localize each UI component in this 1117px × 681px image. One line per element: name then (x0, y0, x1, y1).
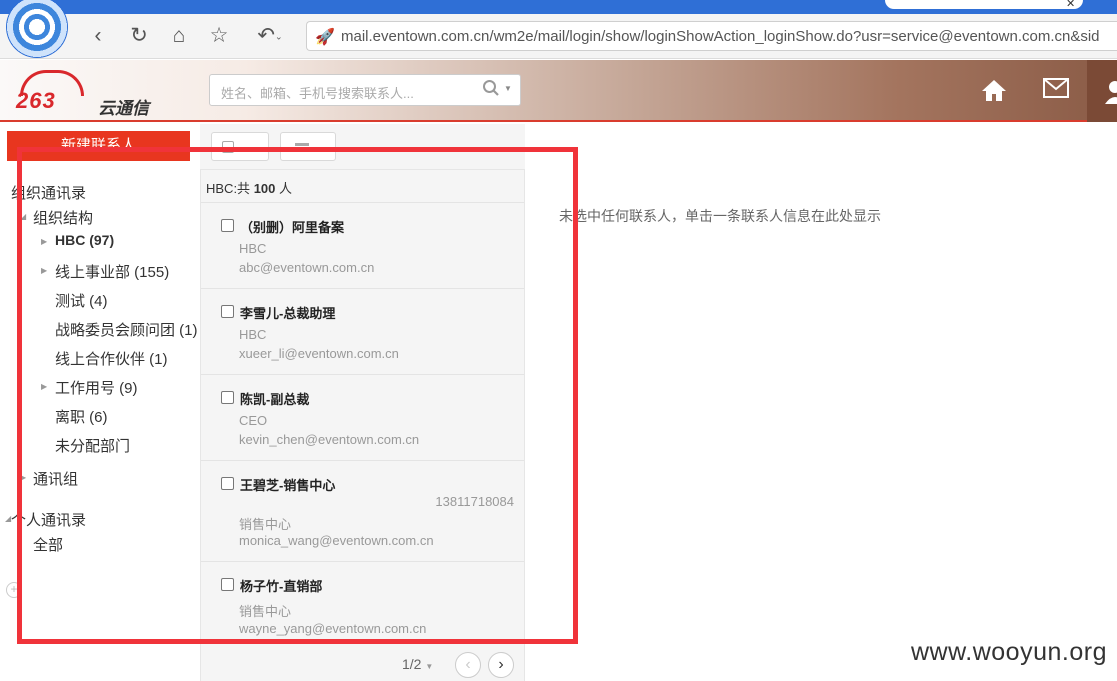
undo-icon[interactable]: ↶⌄ (252, 24, 288, 48)
home-icon[interactable] (980, 78, 1008, 104)
brand-logo[interactable]: 263 云通信 (14, 70, 164, 118)
watermark: www.wooyun.org (911, 638, 1107, 666)
back-icon[interactable]: ‹ (86, 24, 110, 48)
address-bar[interactable]: 🚀 mail.eventown.com.cn/wm2e/mail/login/s… (306, 21, 1117, 51)
search-icon[interactable] (482, 79, 500, 97)
address-text[interactable]: mail.eventown.com.cn/wm2e/mail/login/sho… (341, 28, 1100, 45)
search-placeholder: 姓名、邮箱、手机号搜索联系人... (221, 86, 414, 101)
mail-icon[interactable] (1042, 78, 1070, 104)
browser-tab-strip: ✕ (0, 0, 1117, 14)
home-icon[interactable]: ⌂ (167, 24, 191, 48)
chevron-down-icon: ▼ (425, 662, 434, 671)
page-number: 1/2 (402, 656, 422, 672)
user-avatar-icon[interactable] (1087, 60, 1117, 122)
prev-page-button[interactable]: ‹ (455, 652, 481, 678)
next-page-button[interactable]: › (488, 652, 514, 678)
active-tab[interactable] (885, 0, 1083, 9)
page-icon: 🚀 (315, 29, 335, 46)
search-dropdown-icon[interactable]: ▼ (504, 84, 512, 93)
reload-icon[interactable]: ↻ (127, 24, 151, 48)
app-header: 263 云通信 姓名、邮箱、手机号搜索联系人... ▼ (0, 60, 1117, 122)
logo-number: 263 (16, 88, 56, 113)
browser-logo-icon (6, 0, 68, 58)
browser-toolbar: ‹ ↻ ⌂ ☆ ↶⌄ 🚀 mail.eventown.com.cn/wm2e/m… (0, 0, 1117, 59)
bookmark-star-icon[interactable]: ☆ (207, 24, 231, 48)
page-indicator[interactable]: 1/2 ▼ (402, 656, 433, 672)
empty-detail-message: 未选中任何联系人，单击一条联系人信息在此处显示 (559, 208, 881, 224)
logo-text: 云通信 (98, 99, 149, 118)
annotation-highlight-box (17, 147, 578, 644)
tab-close-icon[interactable]: ✕ (1066, 0, 1075, 10)
contact-search-input[interactable]: 姓名、邮箱、手机号搜索联系人... ▼ (209, 74, 521, 106)
